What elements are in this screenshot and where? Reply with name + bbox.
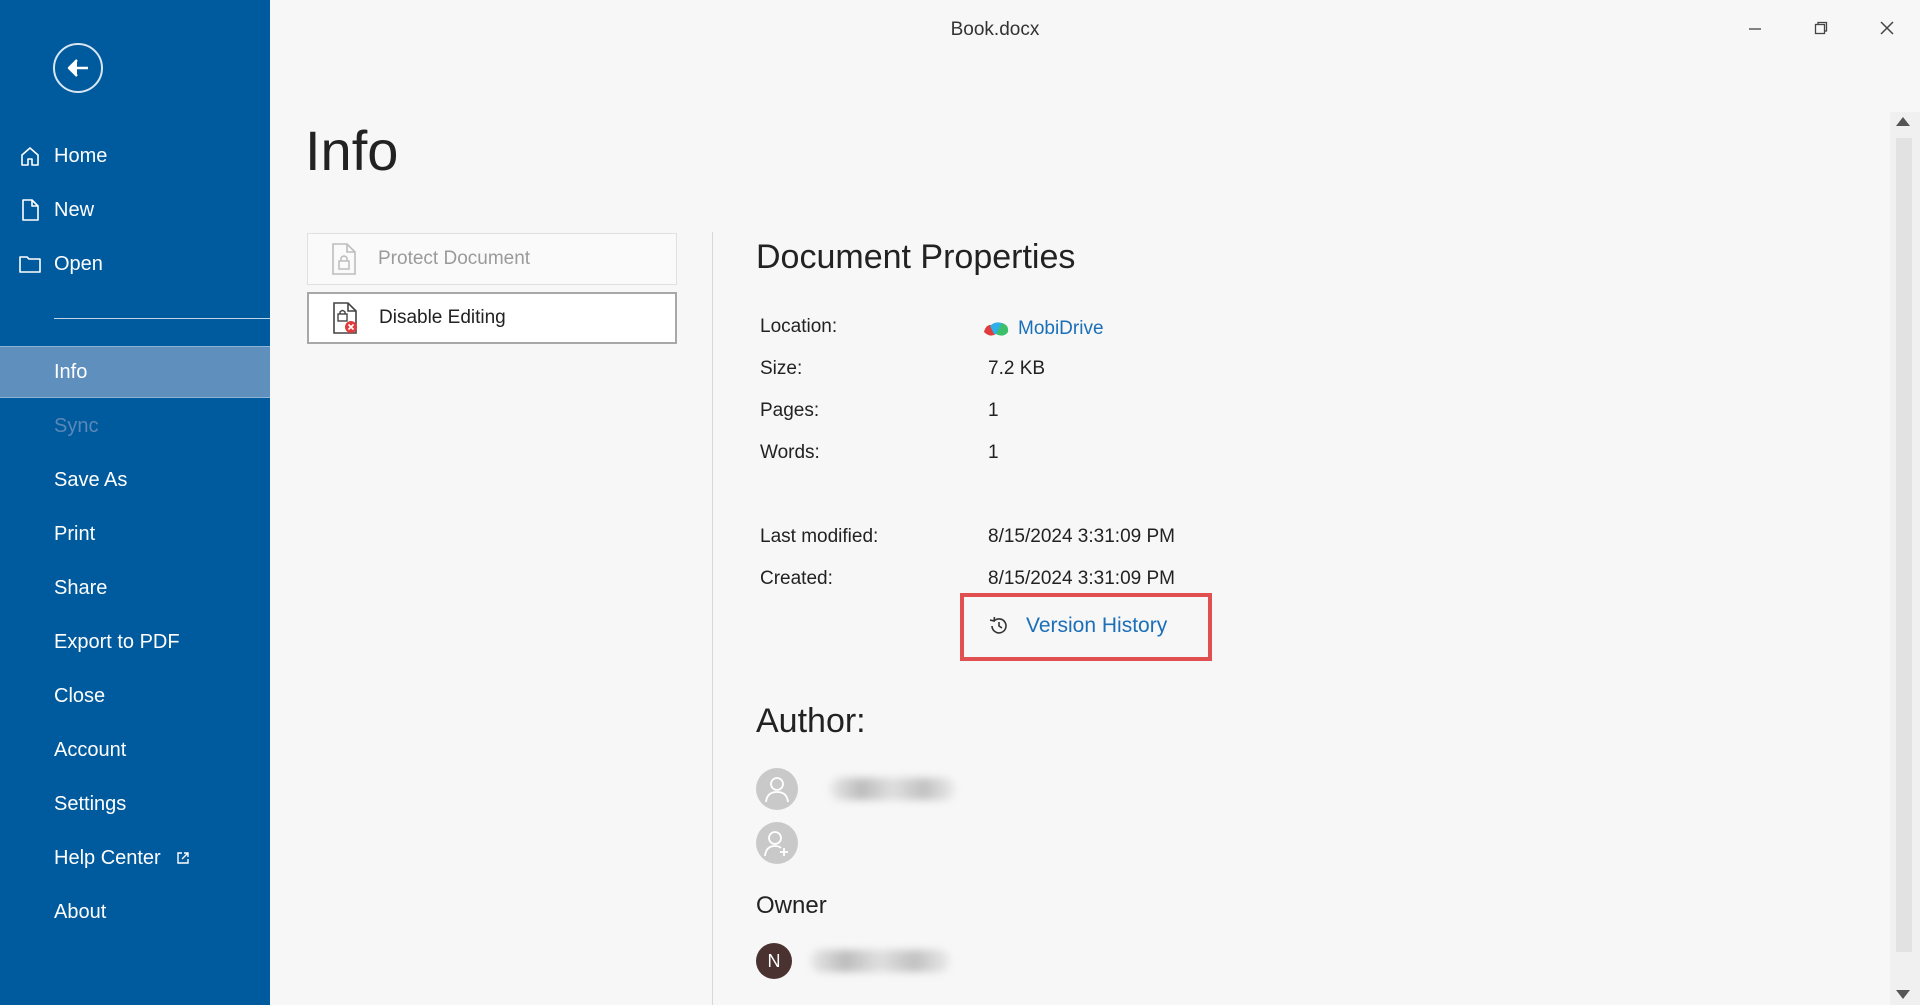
disable-editing-icon [333, 302, 357, 334]
add-author-button[interactable] [756, 822, 798, 864]
minimize-button[interactable] [1732, 10, 1778, 46]
sidebar-item-info[interactable]: Info [0, 346, 270, 398]
sidebar-item-open[interactable]: Open [0, 238, 270, 290]
protect-document-button[interactable]: Protect Document [307, 233, 677, 285]
last-modified-label: Last modified: [760, 526, 879, 547]
sidebar-item-label: Home [54, 144, 108, 167]
scroll-down-arrow-icon[interactable] [1896, 990, 1910, 999]
scroll-up-arrow-icon[interactable] [1896, 117, 1910, 126]
add-person-icon [764, 831, 788, 857]
sidebar-item-label: Print [54, 522, 96, 545]
close-window-button[interactable] [1864, 10, 1910, 46]
sidebar-item-label: Close [54, 684, 106, 707]
disable-editing-button[interactable]: Disable Editing [307, 292, 677, 344]
document-properties-title: Document Properties [756, 238, 1076, 276]
location-link: MobiDrive [1018, 318, 1104, 339]
sidebar-item-label: About [54, 900, 107, 923]
minimize-icon [1749, 28, 1761, 30]
sidebar-item-close[interactable]: Close [0, 670, 270, 722]
sidebar-item-label: Info [54, 360, 88, 383]
version-history-button[interactable]: Version History [988, 608, 1167, 644]
content-divider [712, 232, 713, 1005]
words-label: Words: [760, 442, 820, 463]
sidebar-item-label: Save As [54, 468, 128, 491]
mobidrive-logo-icon [984, 322, 1009, 336]
size-value: 7.2 KB [988, 358, 1046, 379]
sidebar-divider [54, 318, 270, 319]
sidebar-item-sync: Sync [0, 400, 270, 452]
created-value: 8/15/2024 3:31:09 PM [988, 568, 1175, 589]
location-value[interactable]: MobiDrive [982, 318, 1104, 340]
sidebar-item-home[interactable]: Home [0, 130, 270, 182]
sidebar-item-share[interactable]: Share [0, 562, 270, 614]
sidebar-item-export-pdf[interactable]: Export to PDF [0, 616, 270, 668]
last-modified-value: 8/15/2024 3:31:09 PM [988, 526, 1175, 547]
location-label: Location: [760, 316, 838, 337]
close-icon [1880, 21, 1894, 35]
pages-label: Pages: [760, 400, 820, 421]
sidebar-item-help-center[interactable]: Help Center [0, 832, 270, 884]
owner-avatar: N [756, 943, 792, 979]
folder-icon [18, 252, 42, 276]
words-value: 1 [988, 442, 999, 463]
author-avatar [756, 768, 798, 810]
version-history-label: Version History [1026, 614, 1168, 637]
author-name-redacted [830, 778, 955, 800]
created-label: Created: [760, 568, 833, 589]
arrow-left-icon [67, 59, 88, 77]
owner-name-redacted [810, 950, 950, 972]
backstage-sidebar: Home New Open Info Sync Save As Print Sh… [0, 0, 270, 1005]
sidebar-item-new[interactable]: New [0, 184, 270, 236]
sidebar-item-label: Sync [54, 414, 99, 437]
size-label: Size: [760, 358, 803, 379]
external-link-icon [177, 852, 189, 864]
maximize-button[interactable] [1798, 10, 1844, 46]
owner-title: Owner [756, 892, 827, 919]
disable-editing-label: Disable Editing [379, 307, 506, 328]
protect-document-icon [332, 243, 356, 275]
restore-icon [1814, 21, 1828, 35]
page-title: Info [305, 119, 399, 182]
sidebar-item-label: Open [54, 252, 103, 275]
sidebar-item-label: Export to PDF [54, 630, 180, 653]
scrollbar-thumb[interactable] [1896, 138, 1912, 952]
sidebar-item-label: Account [54, 738, 127, 761]
sidebar-item-print[interactable]: Print [0, 508, 270, 560]
sidebar-item-label: Help Center [54, 846, 161, 869]
home-icon [18, 144, 42, 168]
sidebar-item-about[interactable]: About [0, 886, 270, 938]
sidebar-item-save-as[interactable]: Save As [0, 454, 270, 506]
sidebar-item-settings[interactable]: Settings [0, 778, 270, 830]
sidebar-item-label: Settings [54, 792, 127, 815]
sidebar-item-label: New [54, 198, 95, 221]
author-title: Author: [756, 702, 866, 740]
new-document-icon [18, 198, 42, 222]
back-button[interactable] [53, 43, 103, 93]
sidebar-item-account[interactable]: Account [0, 724, 270, 776]
pages-value: 1 [988, 400, 999, 421]
sidebar-item-label: Share [54, 576, 108, 599]
protect-document-label: Protect Document [378, 248, 531, 269]
window-title: Book.docx [950, 19, 1040, 40]
history-icon [988, 615, 1010, 637]
person-icon [765, 777, 789, 803]
